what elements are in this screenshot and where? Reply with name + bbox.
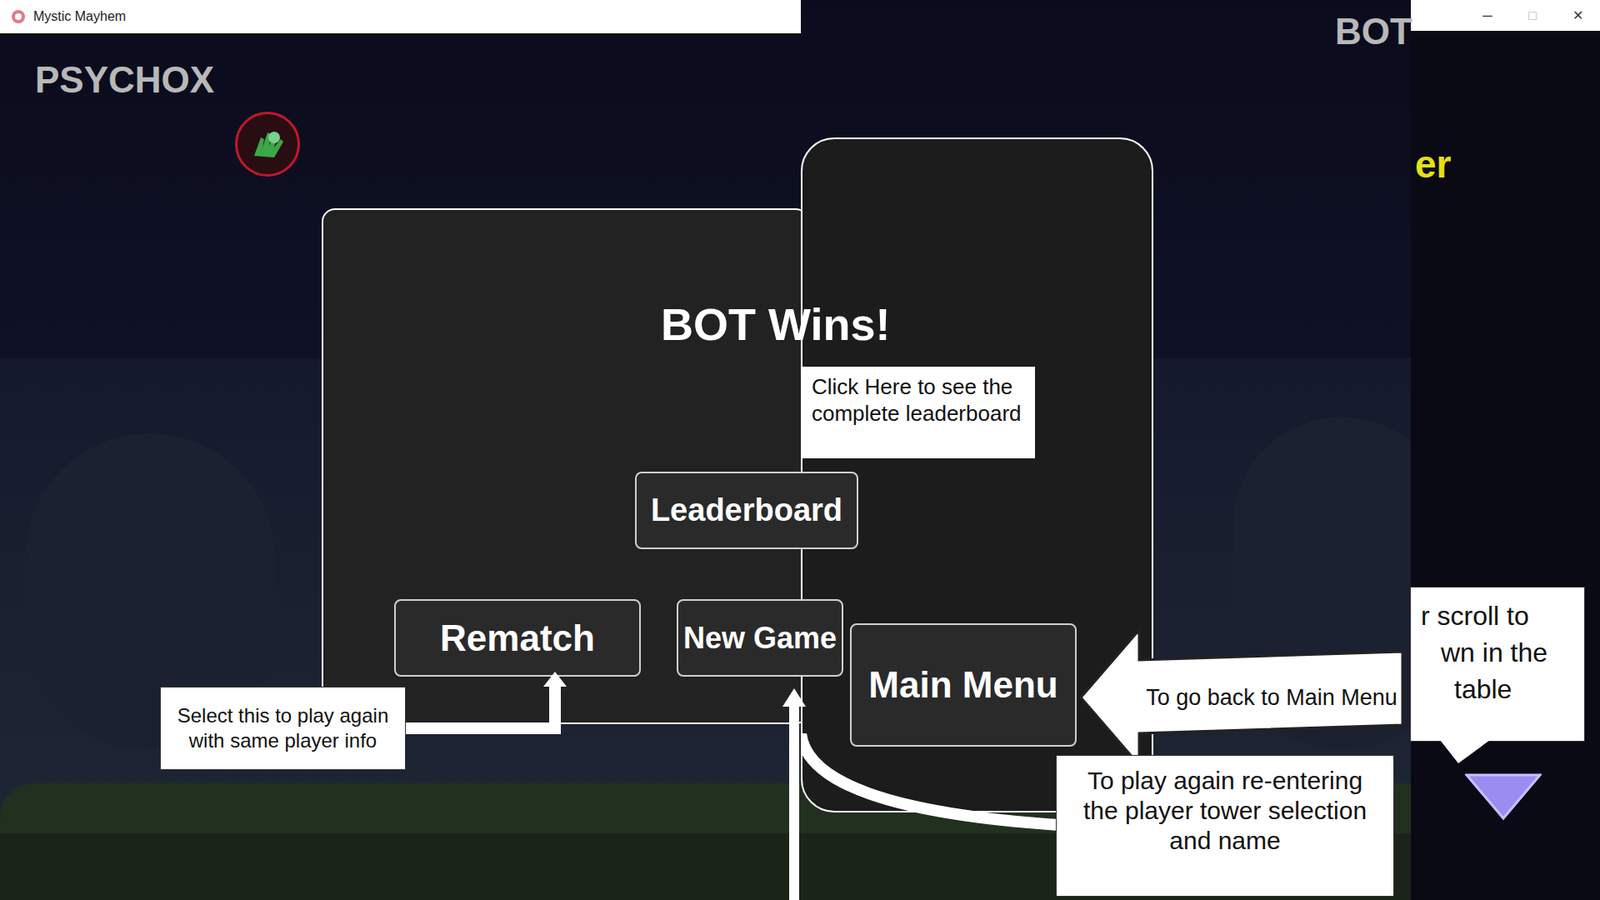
main-menu-callout: To go back to Main Menu — [1141, 668, 1402, 727]
label-text: Rematch — [440, 610, 595, 666]
rematch-button[interactable]: Rematch — [394, 599, 641, 677]
window-controls: ─ □ ✕ — [1410, 0, 1600, 31]
minimize-button[interactable]: ─ — [1465, 5, 1510, 26]
close-button[interactable]: ✕ — [1555, 5, 1600, 26]
scroll-hint-callout: r scroll to wn in the table — [1410, 586, 1585, 742]
rematch-callout: Select this to play again with same play… — [160, 686, 406, 770]
game-screen: Mystic Mayhem ─ □ ✕ PSYCHOX BOT BOT Wins… — [0, 0, 1600, 900]
page-curl-band — [800, 733, 1060, 867]
maximize-button[interactable]: □ — [1510, 5, 1555, 26]
hint-line: wn in the — [1420, 634, 1575, 671]
label-text: Select this to play again with same play… — [167, 703, 399, 754]
callout-pointer-icon — [1440, 740, 1490, 764]
title-bar: Mystic Mayhem — [0, 0, 801, 34]
label-text: New Game — [683, 615, 837, 661]
scroll-down-icon — [1465, 773, 1542, 820]
rematch-arrow-icon — [400, 671, 567, 739]
hint-line: r scroll to — [1420, 597, 1575, 635]
leaderboard-button[interactable]: Leaderboard — [635, 471, 859, 550]
hand-icon — [245, 122, 290, 166]
app-icon — [10, 8, 27, 25]
hint-line: table — [1420, 670, 1575, 708]
new-game-callout: To play again re-entering the player tow… — [1055, 755, 1395, 897]
power-badge — [235, 111, 300, 177]
new-game-arrow-icon — [781, 688, 807, 900]
leaderboard-tooltip: Click Here to see the complete leaderboa… — [801, 366, 1035, 459]
main-menu-button[interactable]: Main Menu — [850, 623, 1077, 747]
opponent-name: BOT — [1335, 13, 1413, 50]
player-name: PSYCHOX — [35, 61, 215, 99]
label-text: To play again re-entering the player tow… — [1083, 766, 1367, 855]
label-text: Main Menu — [868, 657, 1058, 713]
result-title: BOT Wins! — [660, 301, 890, 347]
label-text: To go back to Main Menu — [1145, 684, 1398, 711]
label-text: Click Here to see the complete leaderboa… — [811, 374, 1022, 426]
new-game-button[interactable]: New Game — [676, 599, 844, 677]
label-text: Leaderboard — [650, 486, 843, 535]
side-heading: er — [1415, 145, 1451, 184]
window-title: Mystic Mayhem — [33, 6, 126, 27]
